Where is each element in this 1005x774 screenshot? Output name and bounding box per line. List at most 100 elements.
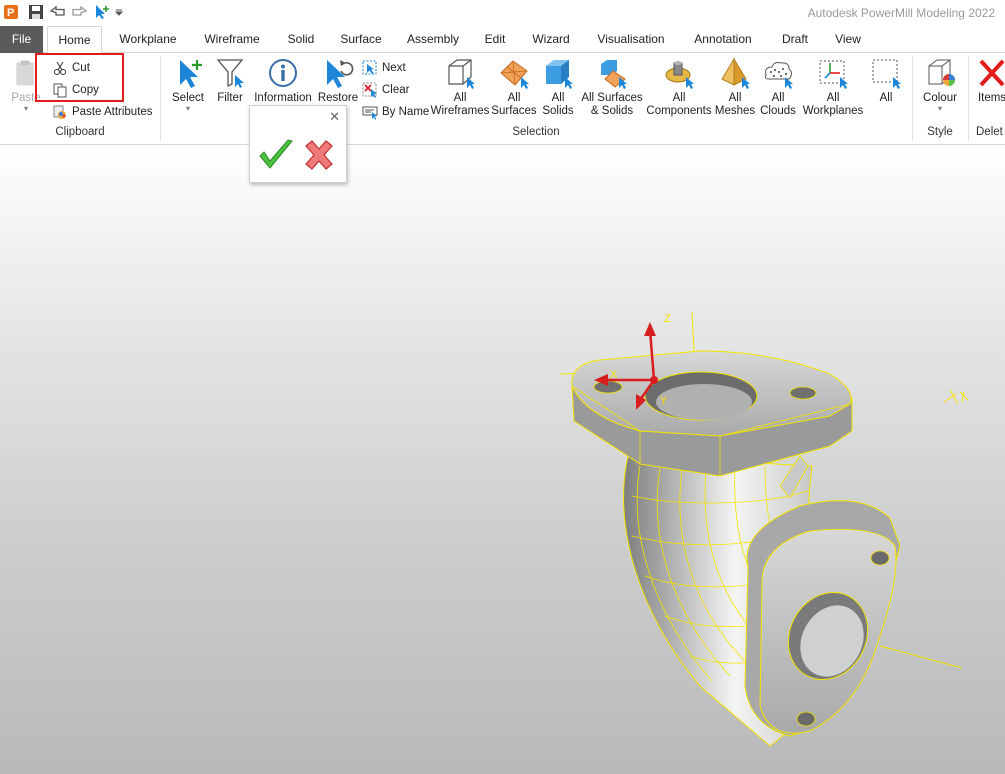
workplane-icon (819, 60, 848, 89)
all-button[interactable]: All (868, 57, 904, 123)
colour-button[interactable]: Colour ▾ (918, 57, 962, 123)
tab-wizard[interactable]: Wizard (525, 26, 577, 53)
by-name-label: By Name (382, 106, 430, 118)
part-model[interactable]: Z X Y (0, 146, 1005, 774)
all-clouds-label-2: Clouds (760, 105, 796, 117)
all-surfaces-solids-label-1: All Surfaces (581, 92, 643, 104)
colour-label: Colour (923, 92, 957, 104)
tab-draft[interactable]: Draft (774, 26, 816, 53)
surface-solid-icon (601, 60, 627, 89)
all-wireframes-button[interactable]: All Wireframes (430, 57, 490, 123)
redo-icon[interactable] (69, 3, 89, 21)
style-group-label: Style (927, 126, 953, 138)
all-solids-label-2: Solids (542, 105, 574, 117)
surface-patch-icon (500, 60, 529, 89)
all-clouds-button[interactable]: All Clouds (757, 57, 799, 123)
select-all-icon (872, 59, 901, 89)
all-solids-button[interactable]: All Solids (538, 57, 578, 123)
next-selection-icon (362, 60, 377, 75)
restore-selection-icon (327, 60, 354, 88)
all-components-label-1: All (672, 92, 686, 104)
delete-items-label: Items (977, 92, 1005, 104)
select-arrow-icon (180, 60, 202, 88)
all-meshes-button[interactable]: All Meshes (714, 57, 756, 123)
axis-label-z: Z (664, 313, 671, 325)
tab-edit[interactable]: Edit (478, 26, 512, 53)
next-button[interactable]: Next (362, 59, 406, 77)
all-surfaces-label-2: Surfaces (491, 105, 537, 117)
ribbon: Paste ▾ Cut Copy Paste Attributes Clipbo… (0, 53, 1005, 145)
all-solids-label-1: All (551, 92, 565, 104)
bottom-flange (744, 500, 901, 737)
all-meshes-label-1: All (728, 92, 742, 104)
undo-icon[interactable] (48, 3, 68, 21)
axis-label-y: Y (660, 395, 668, 407)
group-separator (160, 57, 161, 141)
all-surfaces-button[interactable]: All Surfaces (491, 57, 537, 123)
tab-annotation[interactable]: Annotation (686, 26, 760, 53)
customize-qat-icon[interactable] (112, 3, 126, 21)
all-surfaces-solids-button[interactable]: All Surfaces & Solids (580, 57, 644, 123)
tab-home[interactable]: Home (47, 26, 102, 54)
select-arrow-icon[interactable] (92, 3, 112, 21)
tab-workplane[interactable]: Workplane (112, 26, 184, 53)
all-surfaces-solids-label-2: & Solids (590, 105, 634, 117)
cancel-x-icon[interactable] (302, 138, 336, 172)
tab-file[interactable]: File (0, 26, 43, 53)
tab-visualisation[interactable]: Visualisation (590, 26, 672, 53)
paste-attributes-icon (53, 105, 66, 119)
paste-attributes-label: Paste Attributes (72, 106, 153, 118)
information-label: Information (254, 92, 312, 104)
chevron-down-icon: ▾ (185, 104, 190, 113)
all-workplanes-label-2: Workplanes (802, 105, 864, 117)
all-wireframes-label-2: Wireframes (430, 105, 490, 117)
information-icon (269, 59, 297, 87)
restore-label: Restore (317, 92, 359, 104)
all-label: All (879, 92, 893, 104)
title-bar: P Autodesk PowerMill Modeling 2022 (0, 0, 1005, 26)
world-axes-marker (943, 389, 969, 405)
wireframe-cube-icon (448, 59, 475, 89)
select-button[interactable]: Select ▾ (166, 57, 210, 123)
all-components-label-2: Components (646, 105, 712, 117)
clear-label: Clear (382, 84, 410, 96)
save-icon[interactable] (26, 3, 46, 21)
delete-x-icon (979, 59, 1005, 87)
tab-view[interactable]: View (828, 26, 868, 53)
tab-surface[interactable]: Surface (335, 26, 387, 53)
delete-items-button[interactable]: Items (972, 57, 1005, 123)
select-by-name-icon (362, 106, 378, 120)
filter-icon (216, 59, 244, 88)
axis-label-x: X (610, 369, 618, 381)
all-workplanes-label-1: All (826, 92, 840, 104)
select-label: Select (172, 92, 204, 104)
clear-button[interactable]: Clear (362, 81, 409, 99)
close-icon[interactable]: ✕ (329, 109, 340, 125)
group-separator (968, 57, 969, 141)
colour-cube-icon (928, 59, 955, 86)
tab-assembly[interactable]: Assembly (402, 26, 464, 53)
filter-button[interactable]: Filter (212, 57, 248, 123)
ribbon-tab-bar: File Home Workplane Wireframe Solid Surf… (0, 26, 1005, 54)
graphics-viewport[interactable]: Z X Y (0, 146, 1005, 774)
component-icon (665, 61, 694, 89)
all-workplanes-button[interactable]: All Workplanes (800, 57, 866, 123)
solid-cube-icon (546, 60, 573, 89)
selection-group-label: Selection (512, 126, 560, 138)
chevron-down-icon: ▾ (937, 104, 942, 113)
by-name-button[interactable]: By Name (362, 103, 429, 121)
all-components-button[interactable]: All Components (645, 57, 713, 123)
point-cloud-icon (764, 62, 793, 89)
accept-check-icon[interactable] (258, 138, 294, 172)
mesh-pyramid-icon (721, 57, 750, 89)
tab-solid[interactable]: Solid (280, 26, 322, 53)
group-separator (912, 57, 913, 141)
all-wireframes-label-1: All (453, 92, 467, 104)
window-title: Autodesk PowerMill Modeling 2022 (807, 6, 995, 20)
svg-text:P: P (7, 7, 14, 19)
powermill-logo-icon: P (4, 5, 18, 19)
chevron-down-icon: ▾ (23, 104, 28, 113)
paste-attributes-button[interactable]: Paste Attributes (52, 103, 153, 121)
tab-wireframe[interactable]: Wireframe (198, 26, 266, 53)
delete-group-label: Delet (976, 126, 1003, 138)
